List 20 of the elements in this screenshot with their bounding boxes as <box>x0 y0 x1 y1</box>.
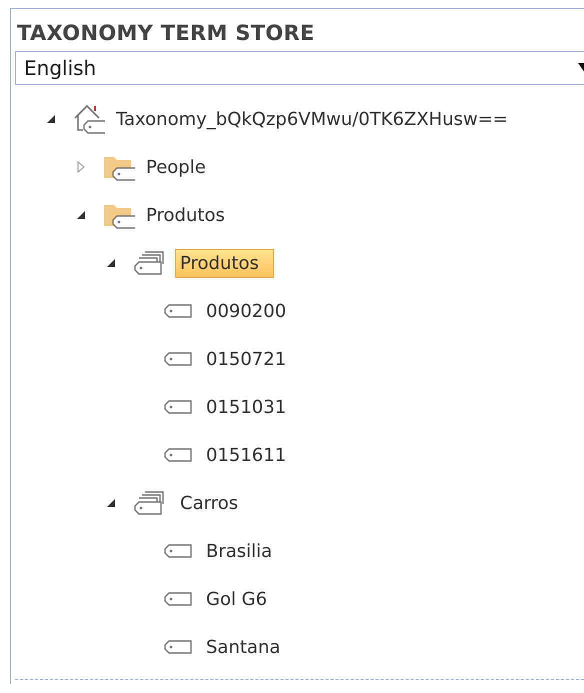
collapse-arrow-icon[interactable] <box>45 113 57 125</box>
tree-item[interactable]: Santana <box>201 632 286 662</box>
tree-item[interactable]: 0150721 <box>201 344 292 374</box>
collapse-arrow-icon[interactable] <box>105 257 117 269</box>
language-dropdown[interactable]: English <box>15 51 584 85</box>
tree-item[interactable]: Produtos <box>175 248 274 278</box>
tree-item[interactable]: Produtos <box>141 200 230 230</box>
tree-item[interactable]: Brasilia <box>201 536 278 566</box>
panel-title: TAXONOMY TERM STORE <box>17 21 316 45</box>
collapse-arrow-icon[interactable] <box>75 209 87 221</box>
tree-item[interactable]: Taxonomy_bQkQzp6VMwu/0TK6ZXHusw== <box>111 104 513 134</box>
tree-item[interactable]: 0151031 <box>201 392 292 422</box>
collapse-arrow-icon[interactable] <box>105 497 117 509</box>
tree-item[interactable]: Carros <box>175 488 244 518</box>
tree-item[interactable]: People <box>141 152 211 182</box>
tree-item[interactable]: 0151611 <box>201 440 292 470</box>
tree-item[interactable]: 0090200 <box>201 296 292 326</box>
tree-item[interactable]: Gol G6 <box>201 584 272 614</box>
expand-arrow-icon[interactable] <box>75 161 87 173</box>
house-tag-icon <box>73 104 105 134</box>
